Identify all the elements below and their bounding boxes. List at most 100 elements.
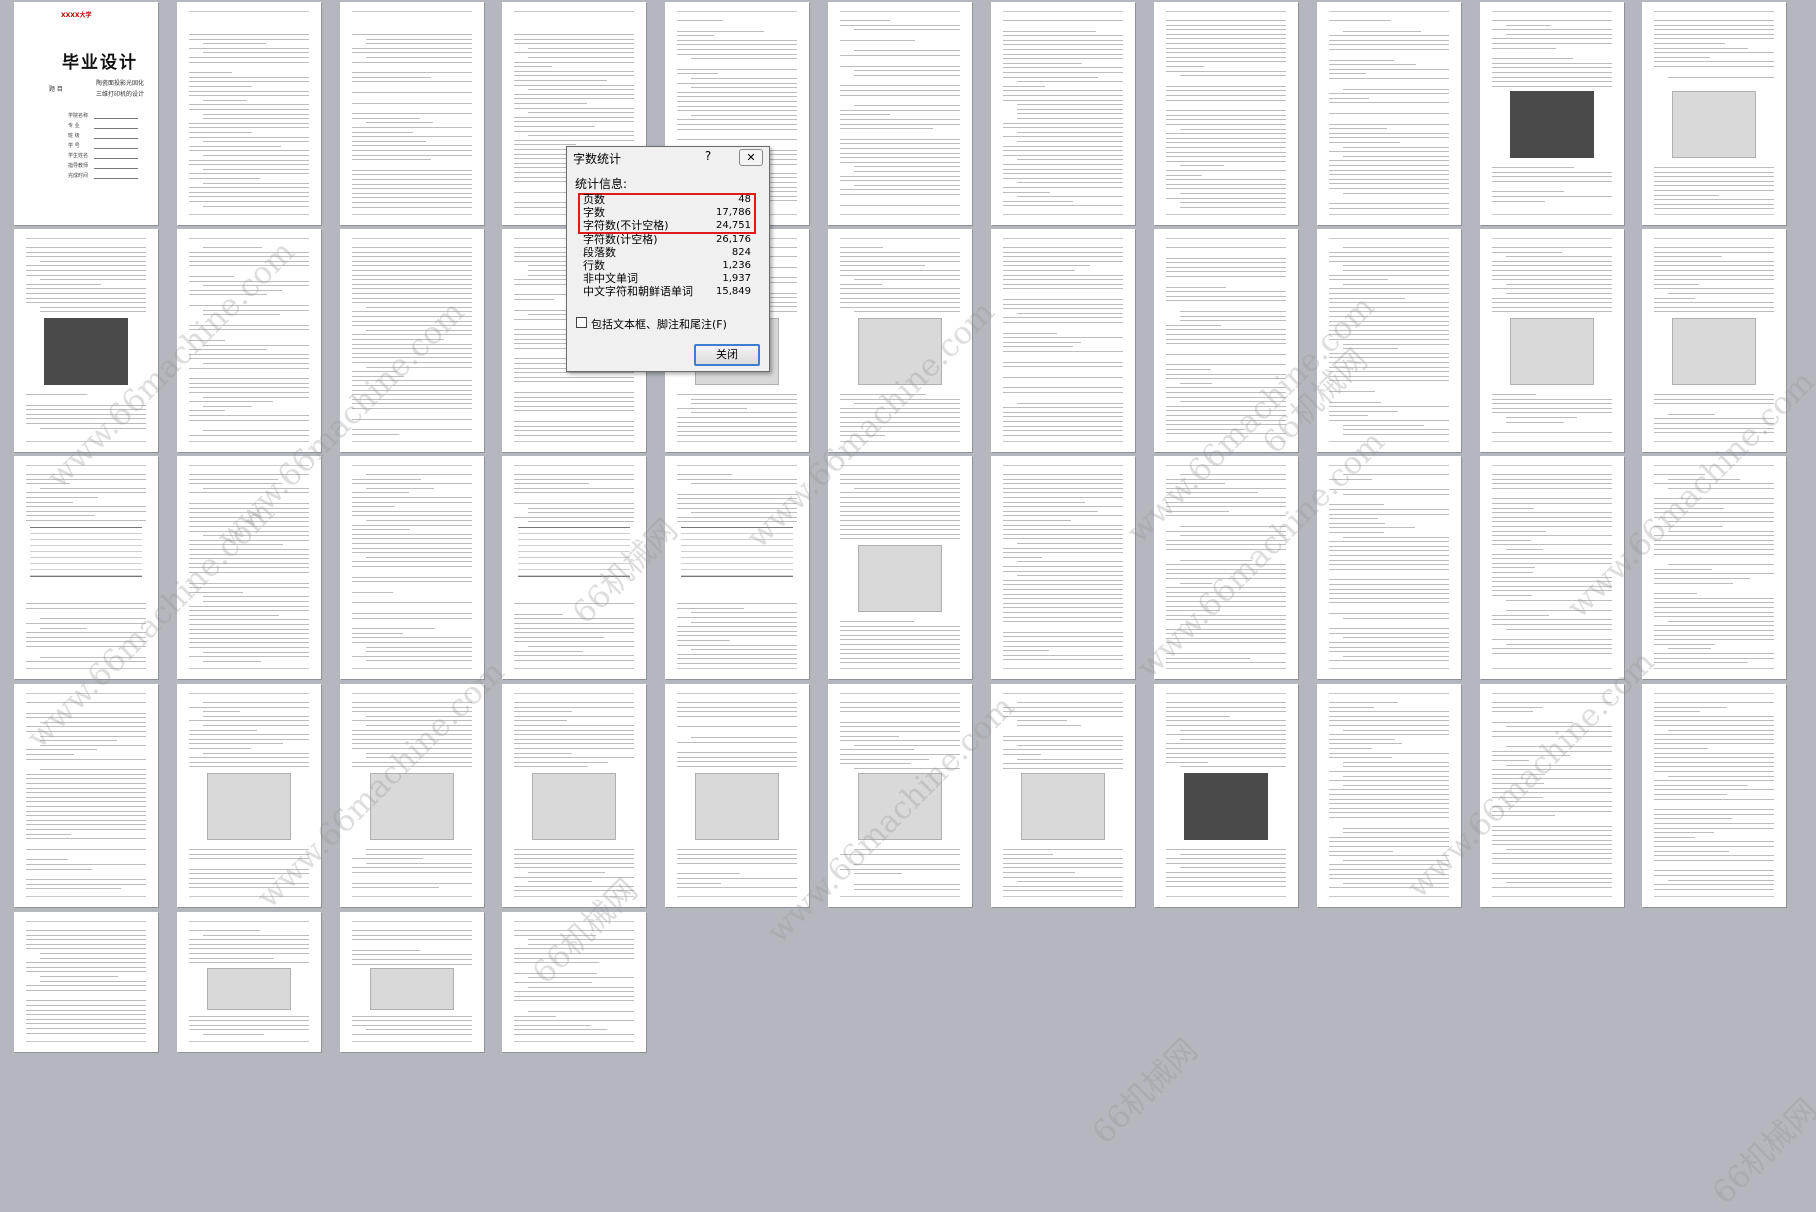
document-page-thumbnail[interactable] xyxy=(14,456,158,679)
dialog-title: 字数统计 xyxy=(573,152,622,166)
stat-value: 1,236 xyxy=(722,259,751,271)
stat-row: 行数 1,236 xyxy=(583,259,759,272)
document-page-thumbnail[interactable] xyxy=(1317,229,1461,452)
document-page-thumbnail[interactable] xyxy=(991,229,1135,452)
document-page-thumbnail[interactable] xyxy=(991,2,1135,225)
include-textbox-checkbox[interactable] xyxy=(576,317,587,328)
page-table xyxy=(518,527,630,578)
watermark-text: 66机械网 xyxy=(1085,1031,1205,1152)
stat-label: 字符数(计空格) xyxy=(583,232,658,246)
cover-subject-label: 题 目 xyxy=(49,86,63,93)
include-textbox-label: 包括文本框、脚注和尾注(F) xyxy=(591,318,727,331)
document-page-thumbnail[interactable] xyxy=(1317,684,1461,907)
document-page-thumbnail[interactable] xyxy=(665,684,809,907)
document-page-thumbnail[interactable] xyxy=(14,684,158,907)
document-page-thumbnail[interactable] xyxy=(1154,456,1298,679)
stat-value: 1,937 xyxy=(722,273,751,285)
cover-field-label: 完成时间 xyxy=(68,173,89,179)
document-page-thumbnail[interactable] xyxy=(991,456,1135,679)
stat-value: 17,786 xyxy=(716,207,751,219)
page-figure xyxy=(858,545,942,613)
document-page-thumbnail[interactable] xyxy=(177,456,321,679)
document-page-thumbnail[interactable] xyxy=(1154,229,1298,452)
document-page-thumbnail[interactable] xyxy=(1317,2,1461,225)
close-icon[interactable]: ✕ xyxy=(739,149,763,166)
document-page-thumbnail[interactable] xyxy=(177,2,321,225)
document-page-thumbnail[interactable] xyxy=(1642,2,1786,225)
document-page-thumbnail[interactable] xyxy=(828,229,972,452)
document-page-thumbnail[interactable] xyxy=(1480,2,1624,225)
page-figure xyxy=(370,968,454,1010)
page-figure xyxy=(1510,318,1594,386)
document-page-thumbnail[interactable] xyxy=(340,2,484,225)
document-page-thumbnail[interactable] xyxy=(1154,684,1298,907)
stat-value: 15,849 xyxy=(716,286,751,298)
document-page-thumbnail[interactable] xyxy=(1642,684,1786,907)
document-page-thumbnail[interactable] xyxy=(14,912,158,1052)
document-page-thumbnail[interactable] xyxy=(1480,684,1624,907)
document-page-thumbnail[interactable] xyxy=(1154,2,1298,225)
document-page-thumbnail[interactable] xyxy=(1642,456,1786,679)
stat-row: 中文字符和朝鲜语单词 15,849 xyxy=(583,285,759,298)
cover-field-label: 专 业 xyxy=(68,123,80,129)
document-page-thumbnail[interactable] xyxy=(991,684,1135,907)
document-page-thumbnail[interactable] xyxy=(177,912,321,1052)
cover-field-label: 指导教师 xyxy=(68,163,89,169)
multi-page-document-view: XXXX大学 毕业设计题 目 陶瓷面投影光固化 三维打印机的设计 学院名称专 业班 级学… xyxy=(0,0,1816,1211)
stat-value: 26,176 xyxy=(716,233,751,245)
document-page-thumbnail[interactable] xyxy=(340,684,484,907)
document-page-thumbnail[interactable] xyxy=(340,912,484,1052)
page-figure xyxy=(1672,91,1756,159)
page-figure xyxy=(695,773,779,841)
document-page-thumbnail[interactable] xyxy=(1642,229,1786,452)
document-page-thumbnail[interactable] xyxy=(828,2,972,225)
watermark-text: 66机械网 xyxy=(1705,1091,1816,1212)
document-page-thumbnail[interactable] xyxy=(1480,456,1624,679)
page-figure xyxy=(44,318,128,386)
cover-subject-line: 陶瓷面投影光固化 xyxy=(96,80,145,87)
stat-row: 页数 48 xyxy=(583,193,759,206)
page-figure xyxy=(532,773,616,841)
page-figure xyxy=(858,773,942,841)
stat-row: 字符数(计空格) 26,176 xyxy=(583,233,759,246)
help-icon[interactable]: ? xyxy=(701,149,715,165)
page-table xyxy=(30,527,142,578)
stat-label: 页数 xyxy=(583,193,605,206)
cover-field-label: 学院名称 xyxy=(68,113,89,119)
stat-value: 24,751 xyxy=(716,220,751,232)
cover-title: 毕业设计 xyxy=(62,53,138,73)
document-page-thumbnail[interactable] xyxy=(340,229,484,452)
cover-subject-line: 三维打印机的设计 xyxy=(96,91,145,98)
stat-label: 字数 xyxy=(583,206,605,220)
document-page-thumbnail[interactable] xyxy=(828,684,972,907)
document-page-thumbnail[interactable] xyxy=(177,684,321,907)
stat-label: 中文字符和朝鲜语单词 xyxy=(583,285,693,299)
document-page-thumbnail[interactable] xyxy=(665,456,809,679)
document-page-thumbnail[interactable] xyxy=(177,229,321,452)
cover-field-label: 学 号 xyxy=(68,143,80,149)
page-figure xyxy=(1021,773,1105,841)
document-page-thumbnail[interactable] xyxy=(14,229,158,452)
document-page-thumbnail[interactable] xyxy=(1317,456,1461,679)
page-figure xyxy=(207,968,291,1010)
page-table xyxy=(681,527,793,578)
page-figure xyxy=(370,773,454,841)
stat-value: 48 xyxy=(738,194,751,205)
document-page-thumbnail[interactable] xyxy=(340,456,484,679)
cover-field-label: 学生姓名 xyxy=(68,153,89,159)
stat-row: 字符数(不计空格) 24,751 xyxy=(583,219,759,232)
document-page-thumbnail[interactable] xyxy=(1480,229,1624,452)
document-page-thumbnail[interactable] xyxy=(502,912,646,1052)
document-page-thumbnail[interactable] xyxy=(502,684,646,907)
page-figure xyxy=(1510,91,1594,159)
word-count-dialog: 字数统计 ? ✕ 统计信息: 页数 48 字数 17,786 字符数(不计空格) 24,7… xyxy=(566,146,770,372)
document-page-thumbnail[interactable] xyxy=(502,456,646,679)
document-page-thumbnail[interactable] xyxy=(828,456,972,679)
close-button[interactable]: 关闭 xyxy=(694,344,760,366)
page-figure xyxy=(1672,318,1756,386)
stat-label: 段落数 xyxy=(583,245,616,259)
document-page-thumbnail[interactable]: XXXX大学 毕业设计题 目 陶瓷面投影光固化 三维打印机的设计 学院名称专 业班 级学… xyxy=(14,2,158,225)
statistics-list: 页数 48 字数 17,786 字符数(不计空格) 24,751 字符数(计空格) 26,17… xyxy=(583,193,759,299)
page-figure xyxy=(207,773,291,841)
stat-label: 字符数(不计空格) xyxy=(583,219,669,233)
